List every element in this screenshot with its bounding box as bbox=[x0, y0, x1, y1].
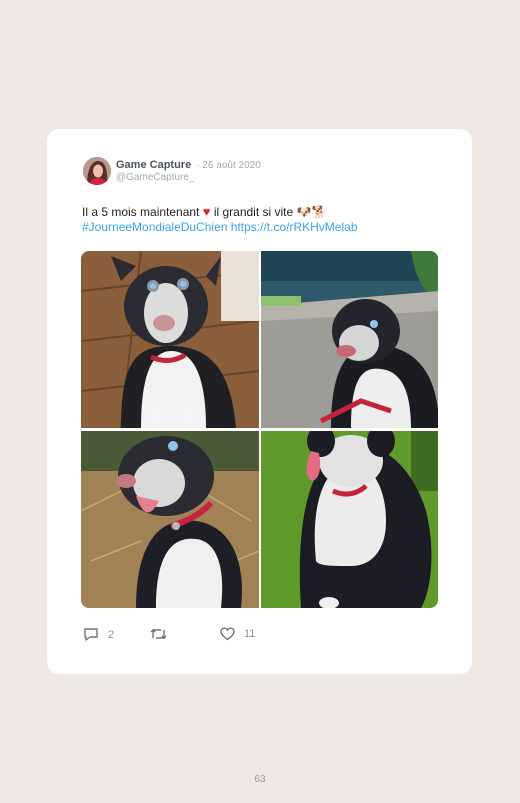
photo-1[interactable] bbox=[81, 251, 259, 428]
hashtag-link[interactable]: #JourneeMondialeDuChien bbox=[82, 220, 227, 234]
reply-count: 2 bbox=[108, 628, 115, 641]
page-number: 63 bbox=[254, 774, 266, 785]
like-button[interactable]: 11 bbox=[220, 627, 255, 641]
like-icon bbox=[220, 627, 235, 641]
tweet-text: Il a 5 mois maintenant ♥ il grandit si v… bbox=[82, 204, 326, 219]
reply-icon bbox=[84, 628, 98, 641]
photo-4[interactable] bbox=[261, 431, 438, 608]
tweet-card: Game Capture · 26 août 2020 @GameCapture… bbox=[47, 129, 472, 674]
reply-button[interactable]: 2 bbox=[83, 627, 114, 642]
tweet-url-link[interactable]: https://t.co/rRKHvMelab bbox=[231, 220, 358, 234]
like-count: 11 bbox=[244, 628, 256, 640]
tweet-date[interactable]: · 26 août 2020 bbox=[196, 160, 261, 171]
retweet-button[interactable] bbox=[150, 627, 176, 641]
author-line: Game Capture · 26 août 2020 bbox=[116, 159, 261, 171]
photo-grid bbox=[81, 251, 438, 608]
retweet-icon bbox=[150, 629, 167, 639]
photo-3[interactable] bbox=[81, 431, 259, 608]
tweet-actions: 2 11 bbox=[83, 627, 443, 647]
tweet-text-part1: Il a 5 mois maintenant bbox=[82, 205, 200, 219]
tweet-links: #JourneeMondialeDuChien https://t.co/rRK… bbox=[82, 220, 358, 234]
heart-emoji-icon: ♥ bbox=[202, 204, 211, 219]
author-handle[interactable]: @GameCapture_ bbox=[116, 172, 195, 183]
author-name[interactable]: Game Capture bbox=[116, 159, 191, 171]
author-avatar[interactable] bbox=[83, 157, 111, 185]
photo-2[interactable] bbox=[261, 251, 438, 428]
tweet-text-part2: il grandit si vite 🐶🐕 bbox=[213, 205, 327, 219]
